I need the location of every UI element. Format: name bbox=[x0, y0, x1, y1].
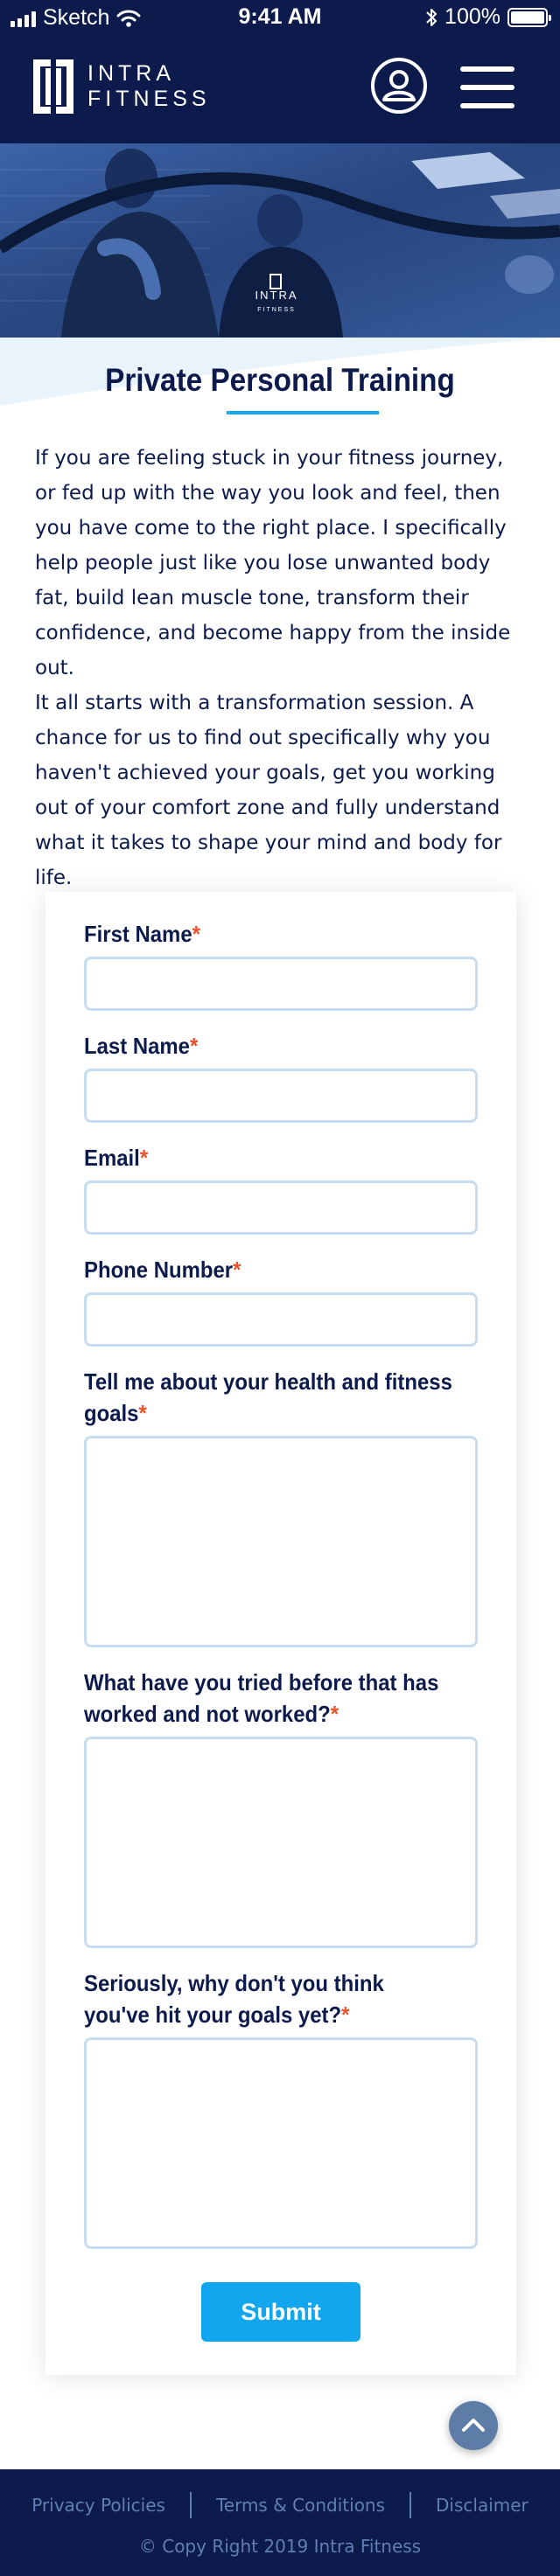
email-label: Email* bbox=[84, 1145, 149, 1171]
last-name-label: Last Name* bbox=[84, 1033, 199, 1059]
phone-number-label: Phone Number* bbox=[84, 1257, 242, 1283]
first-name-label: First Name* bbox=[84, 921, 200, 947]
required-marker: * bbox=[330, 1701, 340, 1727]
tried-before-label: What have you tried before that has work… bbox=[84, 1669, 439, 1727]
submit-button[interactable]: Submit bbox=[201, 2282, 360, 2342]
back-to-top-button[interactable] bbox=[449, 2401, 498, 2450]
required-marker: * bbox=[139, 1145, 149, 1171]
required-marker: * bbox=[233, 1257, 242, 1283]
required-marker: * bbox=[192, 921, 200, 947]
email-input[interactable] bbox=[84, 1180, 478, 1235]
required-marker: * bbox=[189, 1033, 199, 1059]
account-icon bbox=[382, 70, 416, 101]
hero-shirt-logo-line-2: FITNESS bbox=[257, 307, 296, 313]
status-right: 100% bbox=[425, 4, 551, 30]
last-name-input[interactable] bbox=[84, 1069, 478, 1123]
phone-number-input[interactable] bbox=[84, 1292, 478, 1347]
app-header: INTRA FITNESS bbox=[0, 35, 560, 143]
intro-paragraph-1: If you are feeling stuck in your fitness… bbox=[35, 447, 511, 679]
hero-shirt-logo-line-1: INTRA bbox=[256, 289, 298, 302]
footer-link-terms-conditions[interactable]: Terms & Conditions bbox=[192, 2495, 410, 2516]
tried-before-textarea[interactable] bbox=[84, 1737, 478, 1948]
battery-level-fill bbox=[511, 10, 544, 24]
title-underline bbox=[227, 411, 379, 414]
hamburger-menu-icon[interactable] bbox=[460, 66, 514, 108]
footer-link-privacy-policies[interactable]: Privacy Policies bbox=[7, 2495, 190, 2516]
required-marker: * bbox=[341, 2002, 350, 2028]
why-not-hit-goals-textarea[interactable] bbox=[84, 2037, 478, 2249]
intra-fitness-logo-icon bbox=[33, 59, 74, 114]
why-not-hit-goals-label: Seriously, why don't you think you've hi… bbox=[84, 1970, 384, 2028]
logo-line-2: FITNESS bbox=[88, 87, 211, 111]
footer-links: Privacy Policies Terms & Conditions Disc… bbox=[0, 2492, 560, 2518]
battery-icon bbox=[508, 7, 551, 27]
required-marker: * bbox=[138, 1400, 147, 1426]
chevron-up-icon bbox=[462, 2419, 485, 2432]
training-inquiry-form: First Name* Last Name* Email* Phone Numb… bbox=[46, 892, 516, 2375]
hero-banner: INTRA FITNESS bbox=[0, 143, 560, 338]
intro-paragraph-2: It all starts with a transformation sess… bbox=[35, 692, 502, 889]
logo-line-1: INTRA bbox=[88, 61, 175, 86]
copyright-text: © Copy Right 2019 Intra Fitness bbox=[138, 2536, 422, 2557]
bluetooth-icon bbox=[426, 8, 438, 26]
fitness-goals-label: Tell me about your health and fitness go… bbox=[84, 1368, 452, 1426]
status-bar: Sketch 9:41 AM 100% bbox=[0, 0, 560, 35]
hero-image: INTRA FITNESS bbox=[0, 143, 560, 338]
footer-link-disclaimer[interactable]: Disclaimer bbox=[411, 2495, 553, 2516]
page-title: Private Personal Training bbox=[105, 362, 455, 398]
fitness-goals-textarea[interactable] bbox=[84, 1436, 478, 1647]
first-name-input[interactable] bbox=[84, 957, 478, 1011]
intra-fitness-logo[interactable]: INTRA FITNESS bbox=[33, 59, 211, 114]
logo-wordmark: INTRA FITNESS bbox=[88, 61, 211, 112]
battery-percent: 100% bbox=[444, 4, 500, 29]
site-footer: Privacy Policies Terms & Conditions Disc… bbox=[0, 2469, 560, 2576]
account-button[interactable] bbox=[371, 58, 427, 114]
